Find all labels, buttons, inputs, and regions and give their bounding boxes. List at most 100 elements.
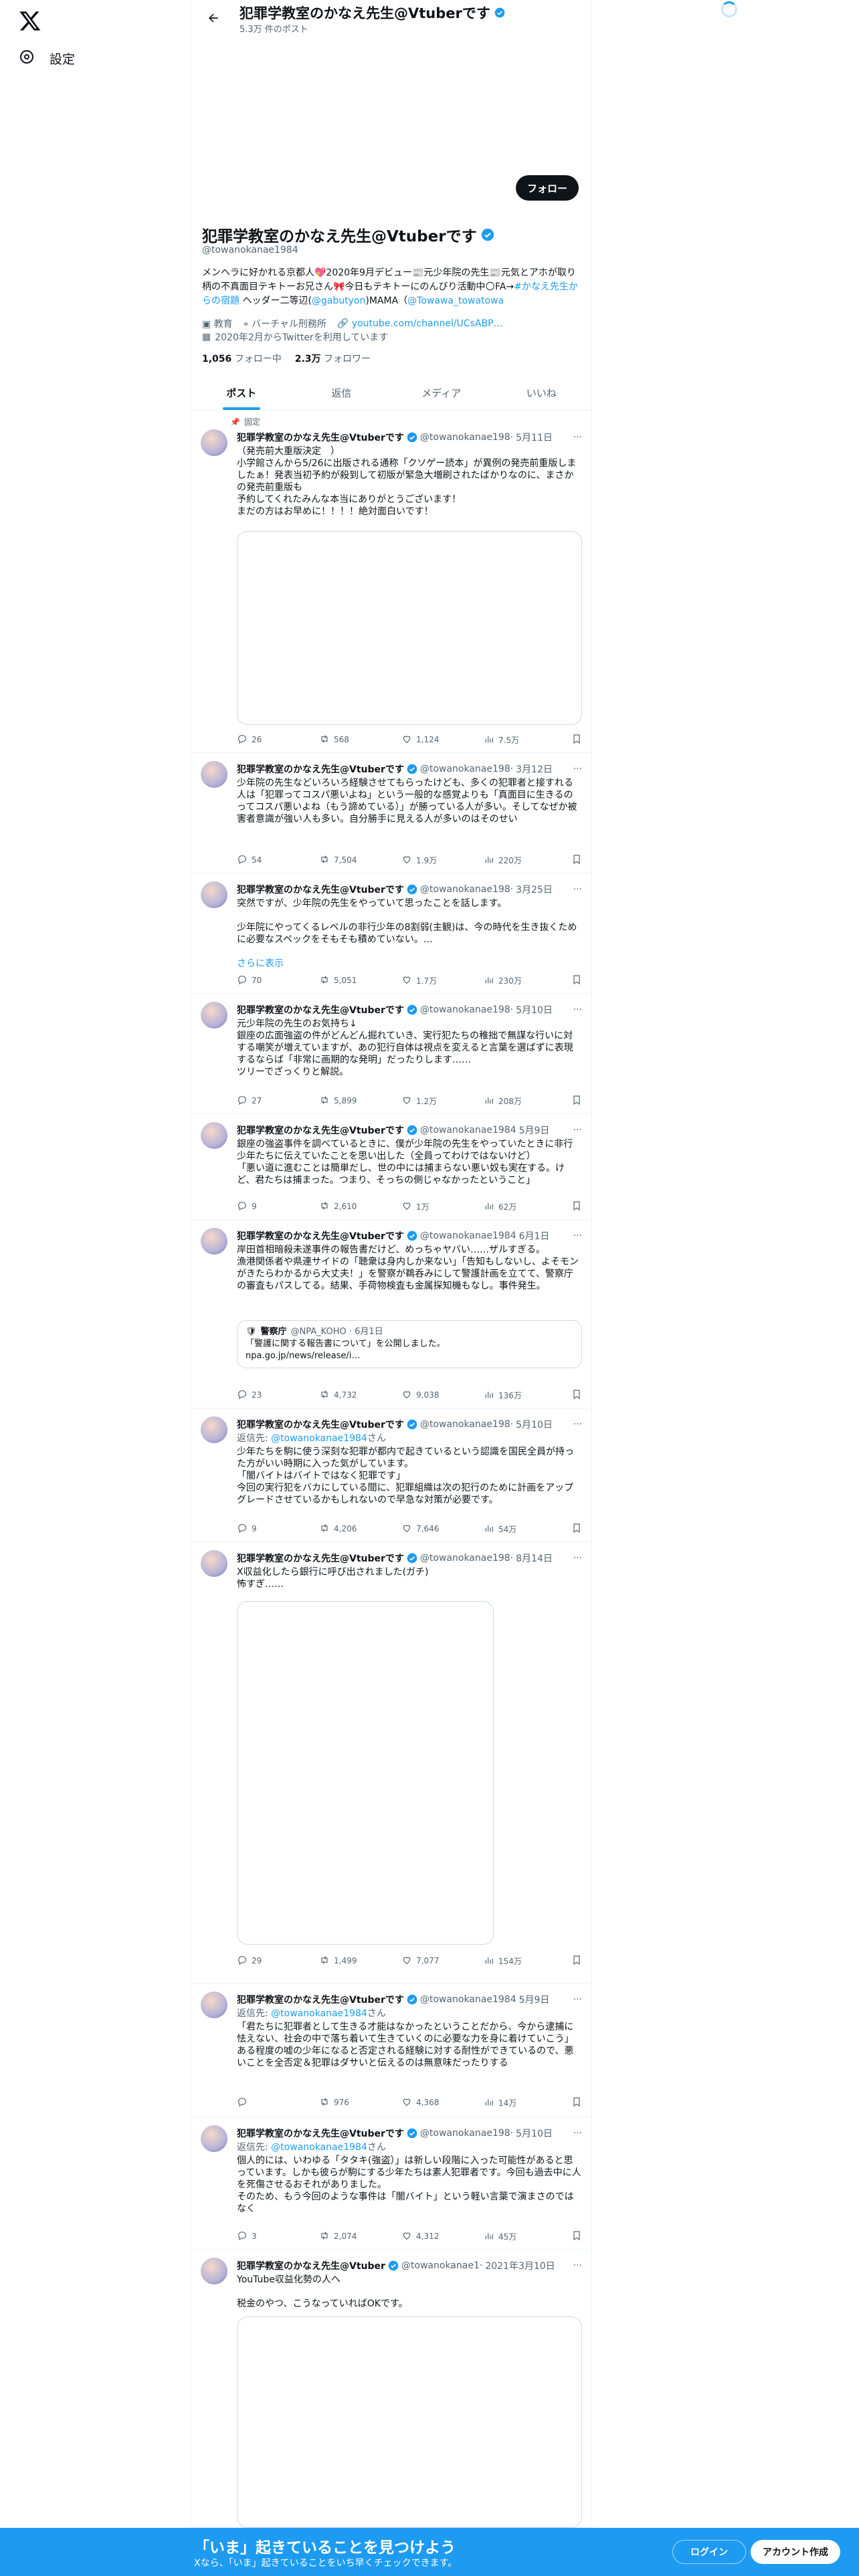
tweet[interactable]: 犯罪学教室のかなえ先生@Vtuberです @towanokanae198· 5月10… bbox=[191, 994, 591, 1114]
tweet-date[interactable]: 5月10日 bbox=[516, 1418, 553, 1431]
like-button[interactable]: 1,124 bbox=[401, 734, 484, 746]
tweet-date[interactable]: 8月14日 bbox=[516, 1551, 553, 1565]
reply-button[interactable]: 70 bbox=[237, 974, 319, 987]
followers-link[interactable]: 2.3万 フォロワー bbox=[295, 352, 371, 365]
avatar[interactable] bbox=[201, 1228, 227, 1255]
more-icon[interactable]: ··· bbox=[573, 1004, 582, 1015]
tweet-media[interactable] bbox=[237, 531, 582, 725]
show-more-link[interactable]: さらに表示 bbox=[237, 958, 582, 970]
views-button[interactable]: 54万 bbox=[484, 1523, 566, 1535]
reply-button[interactable]: 9 bbox=[237, 1523, 319, 1535]
more-icon[interactable]: ··· bbox=[573, 1419, 582, 1430]
more-icon[interactable]: ··· bbox=[573, 2260, 582, 2271]
tweet[interactable]: 犯罪学教室のかなえ先生@Vtuberです @towanokanae198· 5月10… bbox=[191, 1408, 591, 1542]
tab-replies[interactable]: 返信 bbox=[292, 376, 392, 410]
retweet-button[interactable]: 2,610 bbox=[319, 1200, 401, 1213]
tab-posts[interactable]: ポスト bbox=[191, 376, 292, 410]
bio-mention-link[interactable]: @gabutyon bbox=[312, 296, 365, 306]
tweet[interactable]: 📌 固定 犯罪学教室のかなえ先生@Vtuberです @towanokanae198· 5… bbox=[191, 411, 591, 753]
create-account-button[interactable]: アカウント作成 bbox=[751, 2540, 840, 2564]
bookmark-icon[interactable] bbox=[571, 854, 582, 867]
avatar[interactable] bbox=[201, 1550, 227, 1577]
tweet[interactable]: 犯罪学教室のかなえ先生@Vtuberです @towanokanae1984 5月9日… bbox=[191, 1983, 591, 2117]
author-name[interactable]: 犯罪学教室のかなえ先生@Vtuberです bbox=[237, 1418, 404, 1431]
avatar[interactable] bbox=[201, 1416, 227, 1443]
like-button[interactable]: 1.2万 bbox=[401, 1095, 484, 1107]
retweet-button[interactable]: 4,206 bbox=[319, 1523, 401, 1535]
retweet-button[interactable]: 2,074 bbox=[319, 2230, 401, 2243]
reply-button[interactable]: 27 bbox=[237, 1095, 319, 1107]
avatar[interactable] bbox=[201, 2258, 227, 2284]
author-name[interactable]: 犯罪学教室のかなえ先生@Vtuberです bbox=[237, 883, 404, 896]
retweet-button[interactable]: 1,499 bbox=[319, 1955, 401, 1967]
author-name[interactable]: 犯罪学教室のかなえ先生@Vtuberです bbox=[237, 431, 404, 444]
reply-handle-link[interactable]: @towanokanae1984 bbox=[271, 1433, 367, 1444]
avatar[interactable] bbox=[201, 1122, 227, 1149]
tweet-date[interactable]: 5月10日 bbox=[516, 2127, 553, 2140]
more-icon[interactable]: ··· bbox=[573, 432, 582, 443]
more-icon[interactable]: ··· bbox=[573, 764, 582, 774]
quoted-tweet[interactable]: 🛡 警察庁 @NPA_KOHO · 6月1日 「警護に関する報告書について」を公開しま… bbox=[237, 1320, 582, 1368]
author-name[interactable]: 犯罪学教室のかなえ先生@Vtuberです bbox=[237, 1003, 404, 1016]
like-button[interactable]: 1.9万 bbox=[401, 854, 484, 867]
reply-handle-link[interactable]: @towanokanae1984 bbox=[271, 2008, 367, 2019]
tweet-date[interactable]: 5月11日 bbox=[516, 431, 553, 444]
views-button[interactable]: 14万 bbox=[484, 2097, 566, 2109]
following-link[interactable]: 1,056 フォロー中 bbox=[202, 352, 282, 365]
reply-button[interactable]: 26 bbox=[237, 734, 319, 746]
tweet-date[interactable]: 5月10日 bbox=[516, 1003, 553, 1016]
follow-button[interactable]: フォロー bbox=[516, 175, 579, 201]
bookmark-icon[interactable] bbox=[571, 1389, 582, 1402]
retweet-button[interactable]: 568 bbox=[319, 734, 401, 746]
reply-button[interactable]: 54 bbox=[237, 854, 319, 867]
retweet-button[interactable]: 4,732 bbox=[319, 1389, 401, 1402]
tab-media[interactable]: メディア bbox=[391, 376, 492, 410]
website-link[interactable]: youtube.com/channel/UCsABP… bbox=[352, 318, 503, 329]
retweet-button[interactable]: 976 bbox=[319, 2097, 401, 2109]
tweet-media[interactable] bbox=[237, 1601, 494, 1945]
like-button[interactable]: 4,368 bbox=[401, 2097, 484, 2109]
tweet[interactable]: 犯罪学教室のかなえ先生@Vtuberです @towanokanae198· 5月10… bbox=[191, 2117, 591, 2250]
avatar[interactable] bbox=[201, 881, 227, 908]
views-button[interactable]: 208万 bbox=[484, 1095, 566, 1107]
more-icon[interactable]: ··· bbox=[573, 2128, 582, 2139]
reply-button[interactable]: 29 bbox=[237, 1955, 319, 1967]
like-button[interactable]: 9,038 bbox=[401, 1389, 484, 1402]
back-button[interactable] bbox=[203, 8, 223, 28]
reply-handle-link[interactable]: @towanokanae1984 bbox=[271, 2142, 367, 2153]
avatar[interactable] bbox=[201, 1002, 227, 1029]
views-button[interactable]: 62万 bbox=[484, 1200, 566, 1213]
more-icon[interactable]: ··· bbox=[573, 1125, 582, 1136]
views-button[interactable]: 136万 bbox=[484, 1389, 566, 1402]
tweet-media[interactable] bbox=[237, 2317, 582, 2528]
tweet-date[interactable]: 3月25日 bbox=[516, 883, 553, 896]
like-button[interactable]: 1万 bbox=[401, 1200, 484, 1213]
tweet-date[interactable]: 3月12日 bbox=[516, 762, 553, 776]
x-logo-icon[interactable] bbox=[19, 9, 41, 32]
more-icon[interactable]: ··· bbox=[573, 1553, 582, 1564]
more-icon[interactable]: ··· bbox=[573, 1994, 582, 2005]
like-button[interactable]: 4,312 bbox=[401, 2230, 484, 2243]
reply-button[interactable] bbox=[237, 2097, 319, 2109]
like-button[interactable]: 7,077 bbox=[401, 1955, 484, 1967]
retweet-button[interactable]: 7,504 bbox=[319, 854, 401, 867]
tweet[interactable]: 犯罪学教室のかなえ先生@Vtuberです @towanokanae198· 3月12… bbox=[191, 753, 591, 873]
tweet-date[interactable]: 2021年3月10日 bbox=[485, 2259, 555, 2272]
author-name[interactable]: 犯罪学教室のかなえ先生@Vtuberです bbox=[237, 1993, 404, 2006]
reply-button[interactable]: 9 bbox=[237, 1200, 319, 1213]
views-button[interactable]: 7.5万 bbox=[484, 734, 566, 746]
tweet[interactable]: 犯罪学教室のかなえ先生@Vtuberです @towanokanae1984 6月1日… bbox=[191, 1220, 591, 1408]
login-button[interactable]: ログイン bbox=[672, 2540, 746, 2564]
tweet[interactable]: 犯罪学教室のかなえ先生@Vtuberです @towanokanae198· 3月25… bbox=[191, 873, 591, 994]
views-button[interactable]: 220万 bbox=[484, 854, 566, 867]
reply-button[interactable]: 3 bbox=[237, 2230, 319, 2243]
bookmark-icon[interactable] bbox=[571, 2097, 582, 2109]
author-name[interactable]: 犯罪学教室のかなえ先生@Vtuberです bbox=[237, 1551, 404, 1565]
views-button[interactable]: 154万 bbox=[484, 1955, 566, 1967]
tweet[interactable]: 犯罪学教室のかなえ先生@Vtuberです @towanokanae1984 5月9日… bbox=[191, 1114, 591, 1220]
like-button[interactable]: 7,646 bbox=[401, 1523, 484, 1535]
views-button[interactable]: 230万 bbox=[484, 974, 566, 987]
author-name[interactable]: 犯罪学教室のかなえ先生@Vtuberです bbox=[237, 1123, 404, 1137]
more-icon[interactable]: ··· bbox=[573, 1230, 582, 1241]
retweet-button[interactable]: 5,051 bbox=[319, 974, 401, 987]
